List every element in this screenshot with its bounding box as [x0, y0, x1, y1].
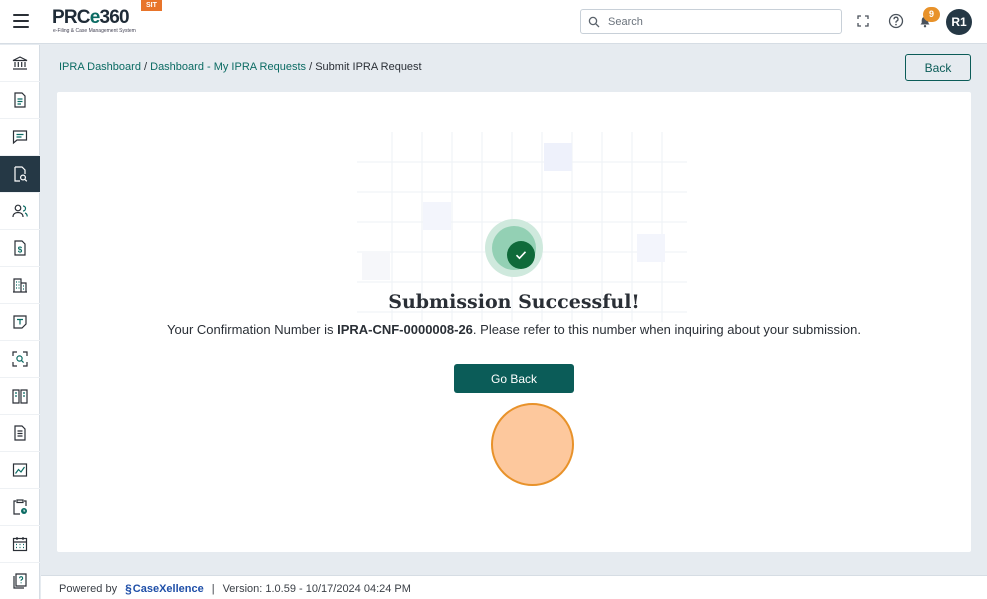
sidebar-item-ipra-home[interactable]	[0, 45, 40, 82]
success-message: Your Confirmation Number is IPRA-CNF-000…	[57, 322, 971, 337]
hamburger-menu-icon[interactable]	[13, 14, 29, 28]
sidebar-item-messages[interactable]	[0, 119, 40, 156]
confirmation-number: IPRA-CNF-0000008-26	[337, 322, 473, 337]
sidebar-item-search[interactable]	[0, 341, 40, 378]
message-prefix: Your Confirmation Number is	[167, 322, 338, 337]
sidebar-item-users[interactable]	[0, 193, 40, 230]
breadcrumb-separator: /	[144, 61, 148, 73]
chat-icon	[12, 130, 28, 145]
search-input[interactable]	[608, 12, 833, 31]
users-icon	[12, 204, 28, 218]
footer-separator: |	[211, 583, 215, 595]
invoice-icon: $	[14, 240, 26, 256]
sidebar-item-agencies[interactable]	[0, 267, 40, 304]
clipboard-clock-icon	[13, 499, 27, 515]
note-icon	[13, 315, 27, 329]
bank-icon	[12, 56, 28, 70]
checkmark-icon	[515, 251, 527, 260]
success-indicator	[485, 219, 543, 277]
logo-text: PRCe360	[52, 7, 130, 28]
breadcrumb-link-ipra-dashboard[interactable]: IPRA Dashboard	[59, 61, 141, 73]
version-text: Version: 1.0.59 - 10/17/2024 04:24 PM	[222, 583, 411, 595]
calendar-icon	[12, 537, 28, 552]
breadcrumb: IPRA Dashboard / Dashboard - My IPRA Req…	[59, 61, 422, 73]
sidebar-item-notes[interactable]	[0, 304, 40, 341]
env-badge: SIT	[141, 0, 162, 11]
casexellence-logo: § CaseXellence	[125, 582, 204, 596]
svg-text:$: $	[18, 246, 23, 255]
scan-search-icon	[12, 351, 28, 367]
back-button[interactable]: Back	[905, 54, 971, 81]
logo[interactable]: PRCe360 e-Filing & Case Management Syste…	[52, 0, 162, 38]
fullscreen-icon[interactable]	[854, 12, 872, 30]
footer: Powered by § CaseXellence | Version: 1.0.…	[41, 575, 987, 599]
avatar[interactable]: R1	[946, 9, 972, 35]
building-icon	[13, 278, 27, 293]
book-icon	[12, 389, 28, 404]
search-icon	[588, 16, 600, 28]
notification-badge: 9	[923, 7, 940, 22]
sidebar-item-analytics[interactable]	[0, 452, 40, 489]
top-bar: PRCe360 e-Filing & Case Management Syste…	[0, 0, 987, 44]
sidebar-item-help[interactable]	[0, 563, 40, 599]
powered-by-label: Powered by	[59, 583, 118, 595]
go-back-button[interactable]: Go Back	[454, 364, 574, 393]
breadcrumb-separator: /	[309, 61, 313, 73]
success-title: Submission Successful!	[388, 291, 640, 313]
search-box[interactable]	[580, 9, 842, 34]
click-indicator	[491, 403, 574, 486]
help-icon[interactable]	[887, 12, 905, 30]
brand-name: CaseXellence	[132, 583, 204, 595]
document-icon	[14, 92, 26, 108]
sidebar-item-calendar[interactable]	[0, 526, 40, 563]
breadcrumb-current: Submit IPRA Request	[315, 61, 422, 73]
sidebar-item-tasks[interactable]	[0, 489, 40, 526]
sidebar-item-ipra-requests[interactable]	[0, 156, 40, 193]
file-lines-icon	[14, 425, 26, 441]
sidebar: $	[0, 45, 40, 599]
sidebar-item-reports[interactable]	[0, 415, 40, 452]
breadcrumb-link-my-requests[interactable]: Dashboard - My IPRA Requests	[150, 61, 306, 73]
sidebar-item-billing[interactable]: $	[0, 230, 40, 267]
help-book-icon	[13, 573, 27, 589]
message-suffix: . Please refer to this number when inqui…	[472, 322, 861, 337]
logo-subtitle: e-Filing & Case Management System	[53, 28, 136, 34]
success-card: Submission Successful! Your Confirmation…	[57, 92, 971, 552]
casexellence-mark-icon: §	[125, 582, 132, 596]
sidebar-item-documents[interactable]	[0, 82, 40, 119]
document-search-icon	[14, 166, 28, 182]
chart-icon	[12, 463, 28, 477]
sidebar-item-library[interactable]	[0, 378, 40, 415]
